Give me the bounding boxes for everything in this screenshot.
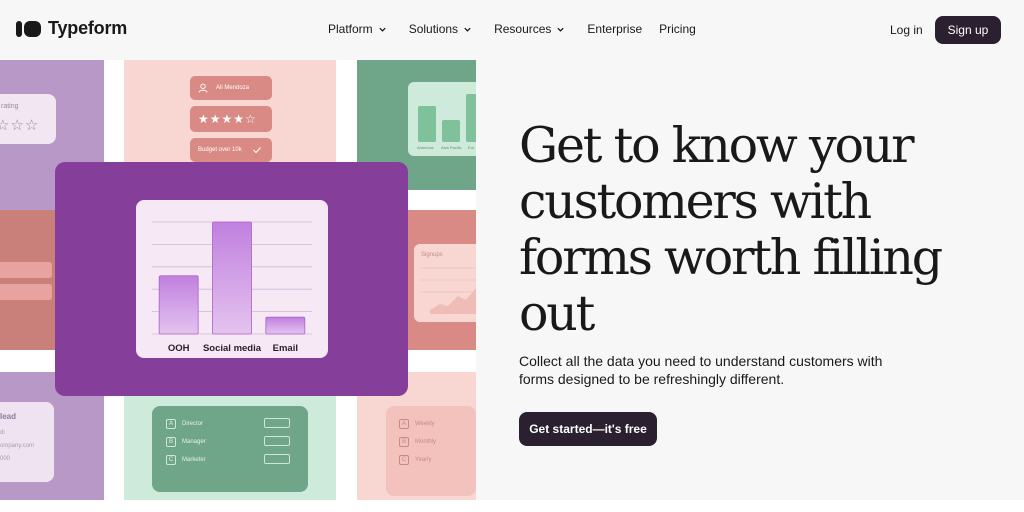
option-label: Monthly	[415, 439, 437, 445]
typeform-logo-icon	[16, 20, 41, 37]
region-label: Asia Pacific	[441, 145, 462, 150]
nav-item-label: Enterprise	[587, 22, 643, 36]
name-field-pill: Ali Mendoza	[190, 76, 272, 100]
typeform-logo[interactable]: Typeform	[16, 18, 127, 39]
signups-line-chart	[420, 267, 476, 314]
nav-item-label: Pricing	[659, 22, 696, 36]
bar-social-media	[212, 221, 252, 335]
get-started-button[interactable]: Get started—it's free	[519, 412, 657, 446]
role-option: C Marketer	[166, 455, 206, 465]
hero-headline: Get to know your customers with forms wo…	[519, 117, 943, 342]
bar-category-label: Social media	[203, 343, 262, 354]
nav-item-label: Solutions	[408, 22, 459, 36]
nav-item-label: Platform	[328, 22, 373, 36]
nav-item-platform[interactable]: Platform	[328, 22, 387, 36]
hero-subheadline: Collect all the data you need to underst…	[519, 353, 883, 387]
star-rating-pill: ★★★★☆	[190, 106, 272, 132]
page-bottom	[0, 500, 1024, 512]
phone-fragment: 000	[0, 456, 11, 462]
bar-chart-card: OOH Social media Email	[136, 200, 328, 358]
rating-label: rating	[1, 103, 19, 110]
nav-item-solutions[interactable]: Solutions	[409, 22, 472, 36]
nav-item-label: Resources	[494, 22, 552, 36]
frequency-option: C Yearly	[399, 455, 431, 465]
region-label: Eur	[468, 145, 475, 150]
option-label: Marketer	[182, 457, 206, 463]
option-label: Weekly	[415, 421, 435, 427]
option-key: B	[166, 437, 176, 447]
d-fragment: di	[0, 430, 5, 436]
budget-pill: Budget over 10k	[190, 138, 272, 162]
lead-label: lead	[0, 412, 17, 421]
chevron-down-icon	[379, 27, 386, 32]
role-option: B Manager	[166, 437, 206, 447]
option-key: B	[399, 437, 409, 447]
chevron-down-icon	[557, 27, 565, 32]
email-fragment: ompany.com	[0, 443, 34, 449]
nav-item-enterprise[interactable]: Enterprise	[587, 22, 642, 36]
role-option: A Director	[166, 419, 203, 429]
option-label: Director	[182, 421, 204, 427]
signup-button[interactable]: Sign up	[935, 16, 1001, 44]
option-key: A	[166, 419, 176, 429]
featured-chart-panel: OOH Social media Email	[55, 162, 408, 396]
bar-ooh	[158, 275, 199, 335]
nav-links: Platform Solutions Resources Enterprise …	[328, 22, 713, 36]
option-key: C	[166, 455, 176, 465]
user-icon	[198, 83, 208, 93]
budget-label: Budget over 10k	[198, 147, 242, 153]
frequency-option: B Monthly	[399, 437, 436, 447]
chevron-down-icon	[464, 27, 471, 32]
login-link[interactable]: Log in	[890, 23, 923, 37]
region-label: Americas	[417, 145, 434, 150]
bar-chart: OOH Social media Email	[152, 221, 312, 354]
bar-email	[265, 316, 306, 335]
name-field-value: Ali Mendoza	[216, 85, 250, 91]
option-label: Yearly	[415, 457, 432, 463]
nav-item-resources[interactable]: Resources	[494, 22, 565, 36]
bar-category-label: Email	[273, 343, 298, 354]
option-key: A	[399, 419, 409, 429]
star-rating-icon: ★★★★☆	[198, 112, 257, 126]
frequency-option: A Weekly	[399, 419, 435, 429]
top-nav: Typeform Platform Solutions Resources En…	[0, 0, 1024, 60]
option-label: Manager	[182, 439, 206, 445]
brand-name: Typeform	[48, 18, 128, 38]
check-icon	[252, 147, 261, 154]
option-key: C	[399, 455, 409, 465]
bar-category-label: OOH	[168, 343, 190, 354]
nav-item-pricing[interactable]: Pricing	[659, 22, 696, 36]
star-rating-icon: ☆☆☆	[0, 117, 40, 134]
hero-collage: rating ☆☆☆ lead di ompany.com 000 Ali Me…	[0, 60, 476, 500]
